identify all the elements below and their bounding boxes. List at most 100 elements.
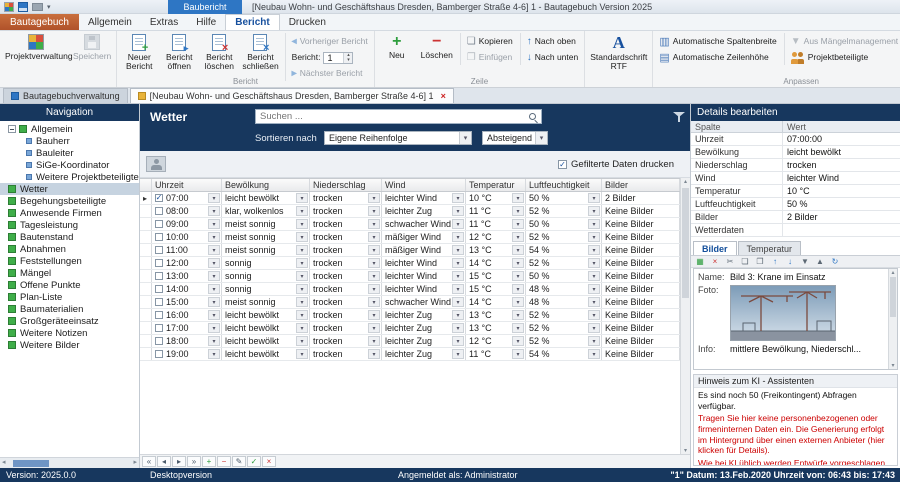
tab-bautagebuchverwaltung[interactable]: Bautagebuchverwaltung [3,88,128,103]
nav-item[interactable]: Offene Punkte [0,279,139,291]
table-row[interactable]: 18:00 leicht bewölkt trocken leichter Zu… [140,335,680,348]
cell-bilder[interactable]: Keine Bilder [602,244,680,256]
paste-row-button[interactable]: ❐ Einfügen [464,51,516,65]
tab-drucken[interactable]: Drucken [280,14,335,30]
cell-luftfeuchtigkeit[interactable]: 54 % [526,348,602,360]
cell-bewoelkung[interactable]: meist sonnig [222,218,310,230]
sort-direction-select[interactable]: Absteigend [482,131,548,145]
cell-bewoelkung[interactable]: leicht bewölkt [222,348,310,360]
tab-temperatur[interactable]: Temperatur [737,241,802,255]
nav-item[interactable]: Anwesende Firmen [0,207,139,219]
cell-uhrzeit[interactable]: 08:00 [152,205,222,217]
row-checkbox[interactable] [155,272,163,280]
property-row[interactable]: Wind leichter Wind [691,172,900,185]
column-header-wind[interactable]: Wind [382,179,466,191]
cell-bewoelkung[interactable]: leicht bewölkt [222,322,310,334]
cell-temperatur[interactable]: 12 °C [466,231,526,243]
last-record-button[interactable]: » [187,456,201,467]
cell-niederschlag[interactable]: trocken [310,205,382,217]
table-row[interactable]: 17:00 leicht bewölkt trocken leichter Zu… [140,322,680,335]
report-number-value[interactable]: 1 [327,53,343,63]
cell-niederschlag[interactable]: trocken [310,283,382,295]
cell-uhrzeit[interactable]: 16:00 [152,309,222,321]
previous-report-button[interactable]: ◂ Vorheriger Bericht [289,35,371,49]
table-row[interactable]: 13:00 sonnig trocken leichter Wind 15 °C… [140,270,680,283]
refresh-images-icon[interactable]: ↻ [828,256,842,267]
cell-niederschlag[interactable]: trocken [310,257,382,269]
cell-temperatur[interactable]: 14 °C [466,257,526,269]
defect-import-button[interactable]: ▼ Aus Mängelmanagement importieren [788,35,900,49]
nav-item[interactable]: Weitere Projektbeteiligte [0,171,139,183]
property-value[interactable] [783,224,900,236]
cell-luftfeuchtigkeit[interactable]: 52 % [526,335,602,347]
cell-niederschlag[interactable]: trocken [310,231,382,243]
image-info[interactable]: mittlere Bewölkung, Niederschl... [730,344,885,354]
save-button[interactable]: Speichern [71,33,113,62]
nav-item[interactable]: Begehungsbeteiligte [0,195,139,207]
cell-bewoelkung[interactable]: meist sonnig [222,231,310,243]
quick-save-icon[interactable] [18,2,28,12]
cell-wind[interactable]: leichter Zug [382,309,466,321]
cell-temperatur[interactable]: 10 °C [466,192,526,204]
cell-wind[interactable]: mäßiger Wind [382,231,466,243]
table-row[interactable]: 08:00 klar, wolkenlos trocken leichter Z… [140,205,680,218]
property-value[interactable]: leicht bewölkt [783,146,900,158]
cell-bewoelkung[interactable]: meist sonnig [222,244,310,256]
ki-warning-text[interactable]: Tragen Sie hier keine personenbezogenen … [698,413,893,456]
tab-hilfe[interactable]: Hilfe [187,14,225,30]
row-checkbox[interactable] [155,285,163,293]
row-checkbox[interactable] [155,207,163,215]
cell-wind[interactable]: leichter Wind [382,283,466,295]
cell-bilder[interactable]: Keine Bilder [602,335,680,347]
cell-niederschlag[interactable]: trocken [310,244,382,256]
move-row-up-button[interactable]: ↑ Nach oben [524,35,581,49]
nav-item[interactable]: Bauleiter [0,147,139,159]
nav-item[interactable]: Bauherr [0,135,139,147]
nav-item[interactable]: Allgemein [0,123,139,135]
row-checkbox[interactable] [155,194,163,202]
cell-temperatur[interactable]: 13 °C [466,309,526,321]
cell-niederschlag[interactable]: trocken [310,192,382,204]
nav-item[interactable]: Weitere Notizen [0,327,139,339]
close-tab-icon[interactable]: × [441,91,446,101]
cell-uhrzeit[interactable]: 17:00 [152,322,222,334]
nav-item[interactable]: Tagesleistung [0,219,139,231]
image-placeholder-icon[interactable] [146,156,166,172]
quick-print-icon[interactable] [32,3,43,11]
property-row[interactable]: Bilder 2 Bilder [691,211,900,224]
cell-luftfeuchtigkeit[interactable]: 52 % [526,205,602,217]
table-row[interactable]: 09:00 meist sonnig trocken schwacher Win… [140,218,680,231]
row-checkbox[interactable] [155,311,163,319]
row-checkbox[interactable] [155,233,163,241]
nav-item[interactable]: SiGe-Koordinator [0,159,139,171]
nav-item[interactable]: Bautenstand [0,231,139,243]
table-row[interactable]: 15:00 meist sonnig trocken schwacher Win… [140,296,680,309]
delete-image-icon[interactable]: × [708,256,722,267]
column-header-uhrzeit[interactable]: Uhrzeit [152,179,222,191]
row-checkbox[interactable] [155,220,163,228]
cell-temperatur[interactable]: 13 °C [466,244,526,256]
cell-temperatur[interactable]: 11 °C [466,205,526,217]
cell-wind[interactable]: leichter Wind [382,192,466,204]
tab-bilder[interactable]: Bilder [693,241,737,255]
cell-luftfeuchtigkeit[interactable]: 48 % [526,283,602,295]
cell-wind[interactable]: leichter Wind [382,257,466,269]
cell-bilder[interactable]: Keine Bilder [602,283,680,295]
cell-wind[interactable]: schwacher Wind [382,218,466,230]
edit-record-button[interactable]: ✎ [232,456,246,467]
property-value[interactable]: 07:00:00 [783,133,900,145]
sort-order-select[interactable]: Eigene Reihenfolge [324,131,472,145]
cell-wind[interactable]: leichter Zug [382,322,466,334]
cell-temperatur[interactable]: 14 °C [466,296,526,308]
cell-niederschlag[interactable]: trocken [310,335,382,347]
cell-temperatur[interactable]: 15 °C [466,270,526,282]
insert-record-button[interactable]: + [202,456,216,467]
cell-bilder[interactable]: Keine Bilder [602,296,680,308]
cell-luftfeuchtigkeit[interactable]: 52 % [526,257,602,269]
cell-bewoelkung[interactable]: sonnig [222,270,310,282]
cell-bewoelkung[interactable]: leicht bewölkt [222,309,310,321]
row-checkbox[interactable] [155,324,163,332]
row-checkbox[interactable] [155,337,163,345]
close-report-button[interactable]: Bericht schließen [240,33,280,72]
cell-bilder[interactable]: 2 Bilder [602,192,680,204]
